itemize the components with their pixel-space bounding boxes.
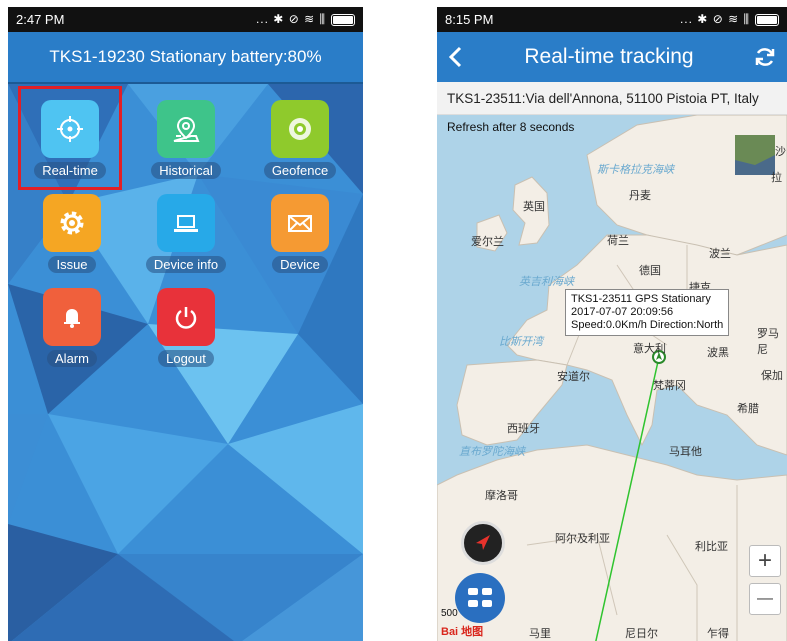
zoom-in-label: + (757, 547, 772, 574)
map-label: 波兰 (709, 248, 731, 260)
tile-label: Historical (151, 162, 221, 179)
zoom-out-button[interactable]: — (749, 583, 781, 615)
target-icon (271, 100, 329, 158)
map-label: 爱尔兰 (471, 236, 504, 248)
tile-label: Device info (145, 256, 227, 273)
map-label: 摩洛哥 (485, 490, 518, 502)
back-arrow-icon[interactable] (447, 46, 465, 68)
tile-label: Real-time (34, 162, 106, 179)
map-label: 英国 (523, 201, 545, 213)
map-label: 乍得 (707, 628, 729, 640)
gear-icon (43, 194, 101, 252)
device-address: TKS1-23511:Via dell'Annona, 51100 Pistoi… (447, 90, 759, 106)
map-label: 德国 (639, 265, 661, 277)
map-scale: 500 (441, 608, 458, 619)
status-bar: 8:15 PM ... ✱ ⊘ ≋ ⫼ (437, 7, 787, 32)
tile-device[interactable]: Device (248, 186, 352, 274)
device-status-title: TKS1-19230 Stationary battery:80% (49, 47, 322, 66)
signal-icons: ... ✱ ⊘ ≋ ⫼ (679, 12, 750, 26)
tile-historical[interactable]: Historical (134, 92, 238, 180)
tracking-header: Real-time tracking (437, 32, 787, 82)
menu-area: Real-time Historical Geofence Issue Devi… (8, 84, 363, 641)
popup-line: 2017-07-07 20:09:56 (571, 306, 674, 318)
device-status-header: TKS1-19230 Stationary battery:80% (8, 32, 363, 84)
map-label: 荷兰 (607, 235, 629, 247)
map-label: 安道尔 (557, 371, 590, 383)
popup-line: TKS1-23511 GPS Stationary (571, 293, 711, 305)
zoom-out-label: — (757, 590, 773, 607)
refresh-countdown: Refresh after 8 seconds (447, 120, 575, 134)
map-label: 梵蒂冈 (653, 380, 686, 392)
laptop-icon (157, 194, 215, 252)
map-view[interactable]: Refresh after 8 seconds 斯卡格拉克海峡 英吉利海峡 比斯… (437, 115, 787, 641)
device-info-popup: TKS1-23511 GPS Stationary 2017-07-07 20:… (565, 289, 730, 336)
tile-real-time[interactable]: Real-time (18, 92, 122, 180)
navigation-arrow-button[interactable] (461, 521, 505, 565)
map-pin-icon (157, 100, 215, 158)
map-label: 保加 (761, 370, 783, 382)
navigation-arrow-icon (476, 535, 490, 550)
power-icon (157, 288, 215, 346)
zoom-in-button[interactable]: + (749, 545, 781, 577)
map-label: 马耳他 (669, 446, 702, 458)
tile-issue[interactable]: Issue (20, 186, 124, 274)
map-label: 波黑 (707, 347, 729, 359)
right-phone-screen: 8:15 PM ... ✱ ⊘ ≋ ⫼ Real-time tracking T… (437, 7, 787, 641)
map-label: 利比亚 (695, 541, 728, 553)
crosshair-icon (41, 100, 99, 158)
map-label: 希腊 (737, 403, 759, 415)
sea-label: 比斯开湾 (499, 336, 543, 348)
map-label: 尼日尔 (625, 628, 658, 640)
device-address-bar: TKS1-23511:Via dell'Annona, 51100 Pistoi… (437, 82, 787, 115)
page-title: Real-time tracking (524, 45, 694, 68)
map-label: 西班牙 (507, 423, 540, 435)
map-label: 拉 (771, 172, 782, 184)
sea-label: 英吉利海峡 (519, 276, 574, 288)
battery-icon (755, 13, 779, 26)
signal-icons: ... ✱ ⊘ ≋ ⫼ (255, 12, 326, 26)
status-time: 2:47 PM (16, 12, 65, 27)
refresh-icon[interactable] (753, 45, 777, 69)
vehicles-button[interactable] (455, 573, 505, 623)
tile-label: Geofence (263, 162, 337, 179)
baidu-map-logo: Bai 地图 (441, 626, 484, 638)
map-label: 马里 (529, 628, 551, 640)
map-label: 阿尔及利亚 (555, 533, 610, 545)
tile-alarm[interactable]: Alarm (20, 280, 124, 368)
status-bar: 2:47 PM ... ✱ ⊘ ≋ ⫼ (8, 7, 363, 32)
map-label: 意大利 (633, 343, 666, 355)
battery-icon (331, 13, 355, 26)
status-time: 8:15 PM (445, 12, 494, 27)
tile-label: Logout (158, 350, 214, 367)
sea-label: 直布罗陀海峡 (459, 446, 525, 458)
tile-label: Device (272, 256, 328, 273)
tile-label: Alarm (47, 350, 97, 367)
envelope-icon (271, 194, 329, 252)
bell-icon (43, 288, 101, 346)
left-phone-screen: 2:47 PM ... ✱ ⊘ ≋ ⫼ TKS1-19230 Stationar… (8, 7, 363, 641)
status-icons: ... ✱ ⊘ ≋ ⫼ (256, 12, 355, 27)
cars-icon (468, 588, 492, 607)
map-label: 丹麦 (629, 190, 651, 202)
tile-device-info[interactable]: Device info (134, 186, 238, 274)
tile-geofence[interactable]: Geofence (248, 92, 352, 180)
tile-logout[interactable]: Logout (134, 280, 238, 368)
popup-line: Speed:0.0Km/h Direction:North (571, 319, 724, 331)
map-label: 罗马尼 (757, 328, 779, 356)
status-icons: ... ✱ ⊘ ≋ ⫼ (680, 12, 779, 27)
tile-label: Issue (48, 256, 96, 273)
map-label: 沙 (775, 146, 786, 158)
sea-label: 斯卡格拉克海峡 (597, 164, 674, 176)
